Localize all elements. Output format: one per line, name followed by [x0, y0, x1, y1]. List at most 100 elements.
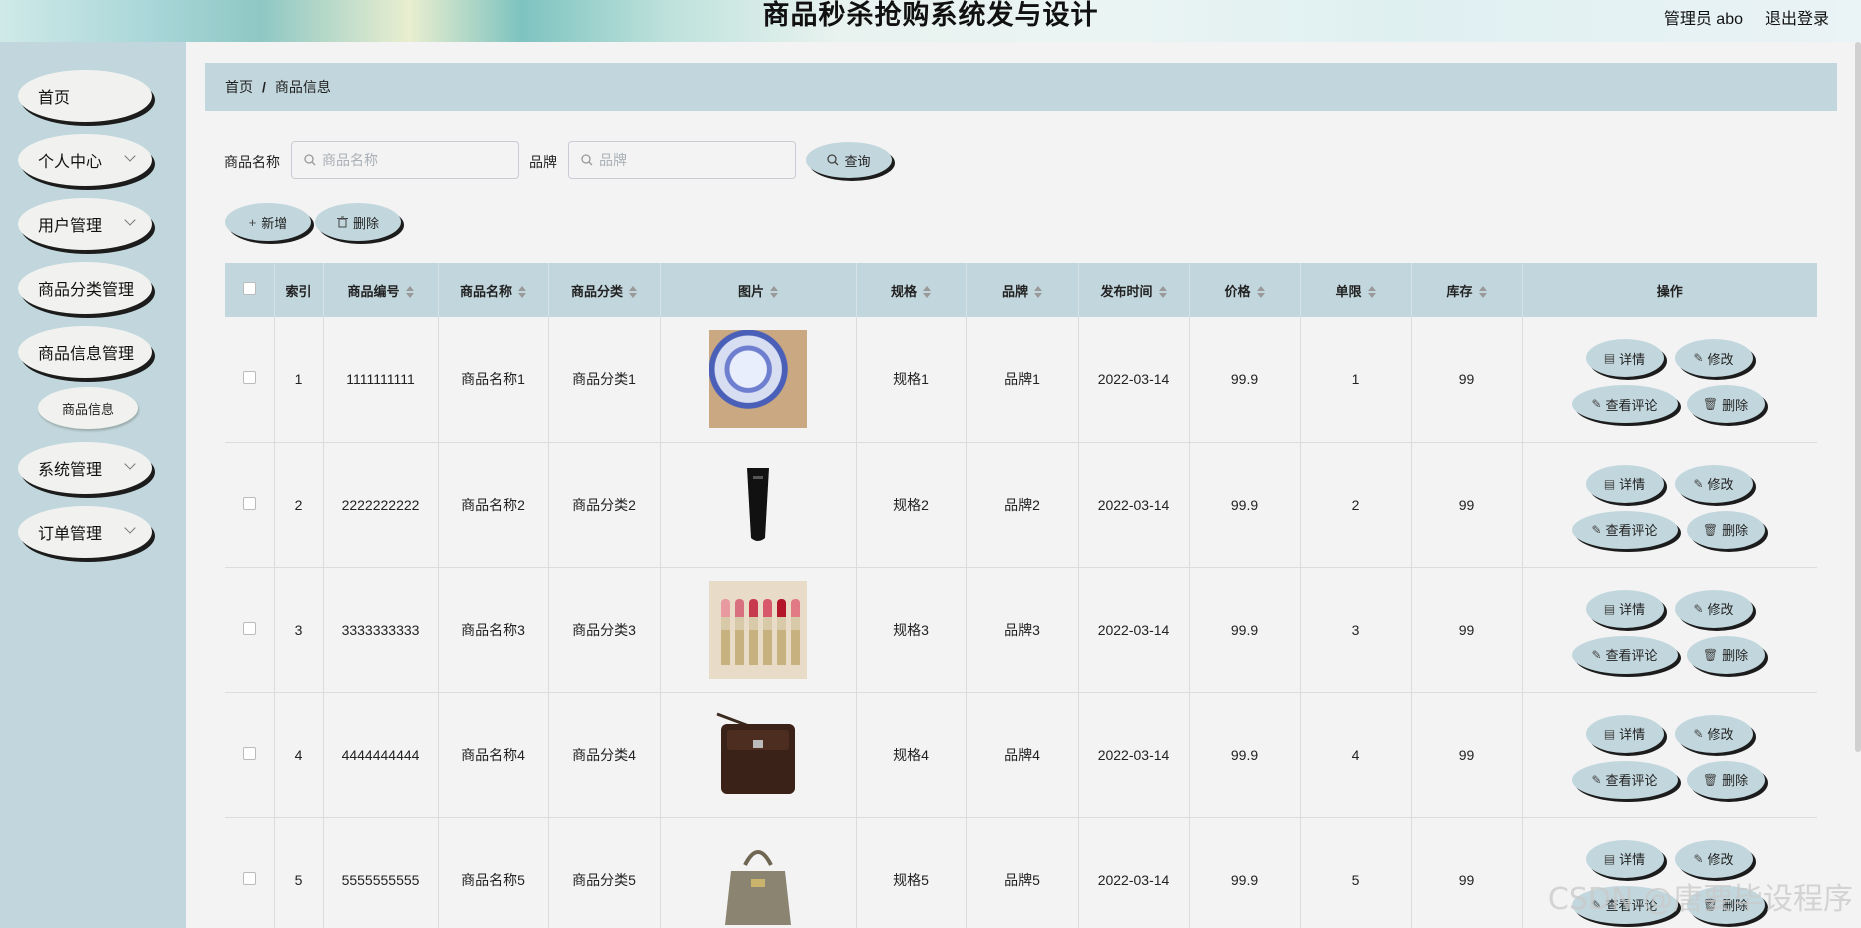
sort-icon[interactable] [923, 286, 931, 299]
view-comments-button[interactable]: ✎ 查看评论 [1571, 510, 1678, 549]
detail-button[interactable]: ▤ 详情 [1585, 464, 1664, 503]
breadcrumb-home[interactable]: 首页 [225, 77, 253, 97]
column-header[interactable]: 单限 [1300, 263, 1412, 317]
pencil-icon: ✎ [1693, 351, 1704, 366]
document-icon: ▤ [1603, 851, 1616, 866]
delete-button[interactable]: 🗑 删除 [1686, 760, 1765, 799]
delete-button[interactable]: 🗑 删除 [1686, 385, 1765, 424]
cell-price: 99.9 [1189, 567, 1301, 693]
row-checkbox[interactable] [242, 496, 256, 510]
cell-image [660, 567, 857, 693]
sort-icon[interactable] [1478, 286, 1487, 299]
brand-search-field[interactable] [568, 141, 796, 179]
cell-actions: ▤ 详情 ✎ 修改 ✎ 查看评论 🗑 删除 [1522, 692, 1817, 818]
row-checkbox[interactable] [242, 871, 256, 885]
column-header[interactable]: 商品名称 [438, 263, 549, 317]
row-checkbox[interactable] [242, 371, 256, 385]
detail-button[interactable]: ▤ 详情 [1585, 589, 1664, 628]
cell-spec: 规格4 [856, 692, 967, 818]
sidebar-item-orders[interactable]: 订单管理 [18, 506, 152, 558]
sidebar-item-profile[interactable]: 个人中心 [18, 134, 152, 186]
table-row: 4 4444444444 商品名称4 商品分类4 规格4 品牌4 2022-03-14 99.… [225, 692, 1817, 818]
handbag-image [709, 830, 807, 928]
view-comments-button-label: 查看评论 [1605, 773, 1658, 788]
cell-name: 商品名称2 [438, 442, 549, 568]
cell-limit: 5 [1300, 817, 1412, 928]
trash-icon: 🗑 [1702, 647, 1719, 662]
column-header[interactable]: 品牌 [966, 263, 1079, 317]
sidebar-item-label: 首页 [38, 90, 71, 107]
column-header[interactable]: 库存 [1411, 263, 1523, 317]
column-header[interactable]: 图片 [660, 263, 857, 317]
column-header[interactable]: 商品分类 [548, 263, 661, 317]
add-button[interactable]: + 新增 [225, 203, 311, 241]
sort-icon[interactable] [629, 286, 637, 299]
row-select-cell[interactable] [225, 692, 275, 818]
search-icon [827, 154, 839, 166]
cell-date: 2022-03-14 [1078, 317, 1190, 443]
delete-button[interactable]: 🗑 删除 [1686, 635, 1765, 674]
row-select-cell[interactable] [225, 817, 275, 928]
delete-button[interactable]: 🗑 删除 [1686, 510, 1765, 549]
view-comments-button[interactable]: ✎ 查看评论 [1571, 385, 1678, 424]
detail-button[interactable]: ▤ 详情 [1585, 714, 1664, 753]
sidebar-item-category[interactable]: 商品分类管理 [18, 262, 152, 314]
cell-actions: ▤ 详情 ✎ 修改 ✎ 查看评论 🗑 删除 [1522, 317, 1817, 443]
row-select-cell[interactable] [225, 442, 275, 568]
sidebar-item-label: 商品信息管理 [38, 346, 135, 363]
edit-button-label: 修改 [1707, 477, 1734, 492]
edit-button[interactable]: ✎ 修改 [1674, 839, 1753, 878]
sort-icon[interactable] [518, 286, 526, 299]
delete-button-label: 删除 [1722, 773, 1749, 788]
edit-button[interactable]: ✎ 修改 [1674, 464, 1753, 503]
query-button[interactable]: 查询 [806, 142, 892, 178]
logout-link[interactable]: 退出登录 [1765, 5, 1829, 29]
breadcrumb-separator: / [262, 79, 266, 95]
view-comments-button[interactable]: ✎ 查看评论 [1571, 760, 1678, 799]
column-header[interactable]: 发布时间 [1078, 263, 1190, 317]
sort-icon[interactable] [770, 286, 778, 299]
cell-name: 商品名称5 [438, 817, 549, 928]
sidebar-subitem-goods-info[interactable]: 商品信息 [38, 387, 138, 429]
chevron-down-icon [124, 522, 136, 534]
sort-icon[interactable] [1367, 286, 1376, 299]
select-all-checkbox[interactable] [242, 282, 256, 295]
cell-image [660, 442, 857, 568]
edit-button[interactable]: ✎ 修改 [1674, 589, 1753, 628]
column-header[interactable]: 商品编号 [323, 263, 439, 317]
edit-button[interactable]: ✎ 修改 [1674, 714, 1753, 753]
row-checkbox[interactable] [242, 746, 256, 760]
row-select-cell[interactable] [225, 317, 275, 443]
name-search-input[interactable] [322, 152, 502, 168]
batch-delete-button[interactable]: 删除 [315, 203, 401, 241]
edit-button-label: 修改 [1707, 727, 1734, 742]
sidebar-item-goods[interactable]: 商品信息管理 [18, 326, 152, 378]
row-checkbox[interactable] [242, 621, 256, 635]
column-header-label: 图片 [737, 283, 764, 299]
brand-search-input[interactable] [599, 152, 779, 168]
pencil-icon: ✎ [1591, 522, 1602, 537]
detail-button[interactable]: ▤ 详情 [1585, 839, 1664, 878]
sidebar-item-users[interactable]: 用户管理 [18, 198, 152, 250]
sort-icon[interactable] [1034, 286, 1042, 299]
sort-icon[interactable] [1158, 286, 1167, 299]
column-header[interactable]: 价格 [1189, 263, 1301, 317]
column-header[interactable]: 规格 [856, 263, 967, 317]
cell-index: 5 [274, 817, 324, 928]
sort-icon[interactable] [1256, 286, 1265, 299]
cell-stock: 99 [1411, 692, 1523, 818]
view-comments-button-label: 查看评论 [1605, 523, 1658, 538]
row-select-cell[interactable] [225, 567, 275, 693]
scrollbar[interactable] [1855, 42, 1861, 752]
view-comments-button[interactable]: ✎ 查看评论 [1571, 635, 1678, 674]
edit-button[interactable]: ✎ 修改 [1674, 339, 1753, 378]
detail-button[interactable]: ▤ 详情 [1585, 339, 1664, 378]
select-all-cell[interactable] [225, 263, 275, 317]
table-header-row: 索引 商品编号 商品名称 商品分类 图片 规格 品牌 发布时间 价格 单限 库存… [225, 263, 1817, 317]
sidebar-item-system[interactable]: 系统管理 [18, 442, 152, 494]
cell-stock: 99 [1411, 567, 1523, 693]
view-comments-button-label: 查看评论 [1605, 397, 1658, 413]
name-search-field[interactable] [291, 141, 519, 179]
sidebar-item-home[interactable]: 首页 [18, 70, 152, 122]
sort-icon[interactable] [405, 286, 414, 299]
